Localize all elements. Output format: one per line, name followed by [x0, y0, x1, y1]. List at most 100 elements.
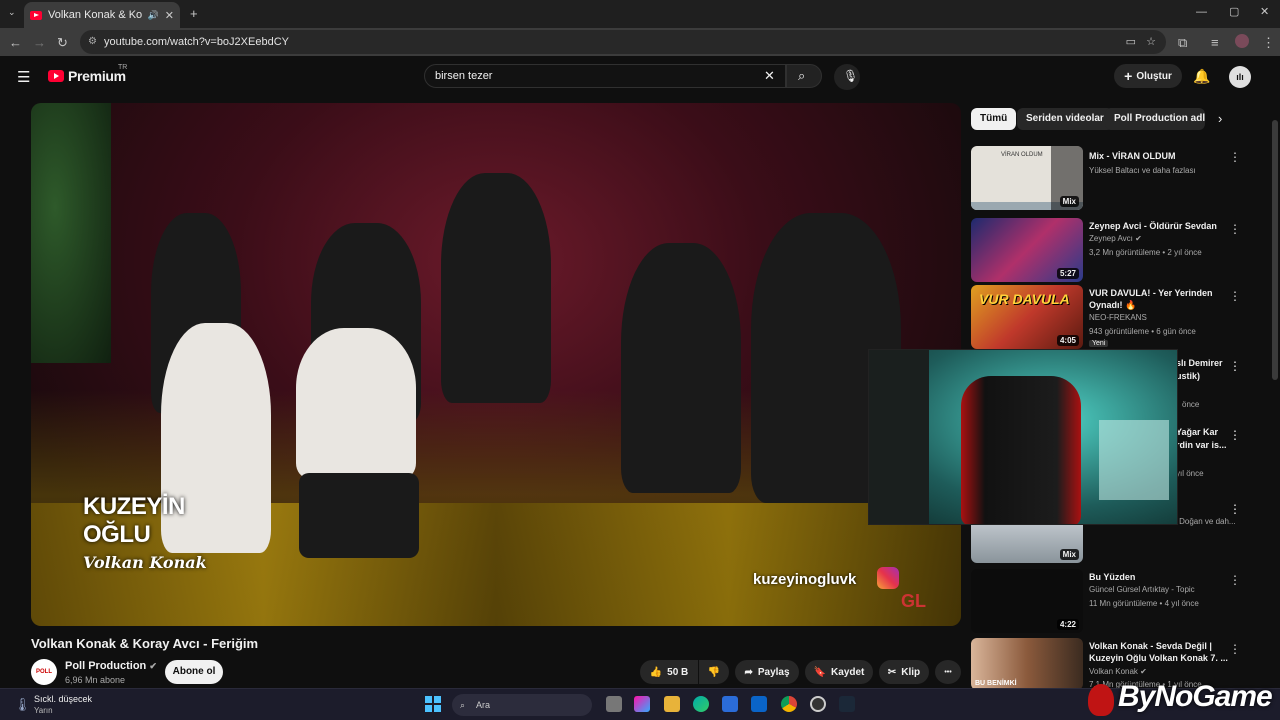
- rec-menu-icon[interactable]: ⋮: [1229, 502, 1241, 516]
- weather-icon[interactable]: 🌡: [14, 697, 31, 713]
- forward-icon[interactable]: →: [33, 36, 46, 49]
- hamburger-menu-icon[interactable]: ☰: [17, 68, 30, 86]
- browser-menu-icon[interactable]: ⋮: [1262, 36, 1275, 49]
- rec-title: Zeynep Avci - Öldürür Sevdan: [1089, 221, 1217, 231]
- search-icon: ⌕: [798, 68, 806, 83]
- rec-menu-icon[interactable]: ⋮: [1229, 289, 1241, 303]
- verified-icon: ✔: [1135, 234, 1142, 243]
- tab-title: Volkan Konak & Koray Avcı - Feri: [48, 9, 142, 21]
- chip-next-chevron-icon[interactable]: ›: [1218, 111, 1222, 126]
- recommendation-item[interactable]: 5:27 Zeynep Avci - Öldürür Sevdan Zeynep…: [971, 218, 1261, 282]
- chip-all[interactable]: Tümü: [971, 108, 1017, 130]
- rec-channel: Volkan Konak ✔: [1089, 667, 1239, 676]
- recommendation-item[interactable]: VİRAN OLDUM Mix Mix - VİRAN OLDUM Yüksel…: [971, 146, 1261, 210]
- channel-name[interactable]: Poll Production ✔: [65, 660, 157, 672]
- channel-avatar[interactable]: POLL: [31, 659, 57, 685]
- rec-thumbnail[interactable]: 4:22: [971, 569, 1083, 633]
- rec-menu-icon[interactable]: ⋮: [1229, 642, 1241, 656]
- clear-search-icon[interactable]: ✕: [764, 68, 775, 84]
- rec-channel: Yüksel Baltacı ve daha fazlası: [1089, 166, 1196, 175]
- user-avatar[interactable]: ılı: [1229, 66, 1251, 88]
- chip-series[interactable]: Seriden videolar: [1017, 108, 1113, 130]
- subscriber-count: 6,96 Mn abone: [65, 675, 126, 685]
- url-field[interactable]: ⚙ youtube.com/watch?v=boJ2XEebdCY ▭ ☆: [80, 30, 1166, 54]
- webcam-overlay: [868, 349, 1178, 525]
- search-icon: ⌕: [460, 700, 466, 710]
- more-actions-button[interactable]: •••: [935, 660, 961, 684]
- youtube-page: ☰ Premium TR birsen tezer ✕ ⌕ 🎙 + Oluştu…: [0, 56, 1280, 688]
- rec-channel-text: Volkan Konak: [1089, 667, 1138, 676]
- musician-figure: [441, 173, 551, 403]
- save-button[interactable]: 🔖 Kaydet: [805, 660, 873, 684]
- rec-menu-icon[interactable]: ⋮: [1229, 222, 1241, 236]
- taskbar-search[interactable]: ⌕ Ara: [452, 694, 592, 716]
- share-icon: ➦: [744, 666, 753, 678]
- watermark-line1: KUZEYİN: [83, 493, 185, 520]
- extensions-icon[interactable]: ⧉: [1178, 36, 1187, 49]
- page-scrollbar[interactable]: [1272, 120, 1278, 380]
- edge-icon[interactable]: [693, 696, 709, 712]
- windows-start-icon[interactable]: [425, 696, 441, 712]
- profile-avatar-icon[interactable]: [1235, 34, 1249, 48]
- file-explorer-icon[interactable]: [664, 696, 680, 712]
- reload-icon[interactable]: ↻: [57, 36, 68, 49]
- audio-icon[interactable]: 🔊: [148, 10, 159, 21]
- site-info-icon[interactable]: ⚙: [88, 30, 97, 54]
- search-input[interactable]: birsen tezer: [424, 64, 786, 88]
- create-button[interactable]: + Oluştur: [1114, 64, 1182, 88]
- mail-icon[interactable]: [751, 696, 767, 712]
- channel-name-text: Poll Production: [65, 660, 147, 672]
- store-icon[interactable]: [722, 696, 738, 712]
- clip-label: Klip: [901, 666, 921, 678]
- like-button[interactable]: 👍 50 B: [640, 660, 698, 684]
- maximize-icon[interactable]: ▢: [1229, 7, 1239, 18]
- save-label: Kaydet: [831, 666, 865, 678]
- tab-search-icon[interactable]: ⌄: [8, 8, 16, 17]
- weather-text[interactable]: Sıckl. düşecek: [34, 694, 92, 704]
- instagram-icon: [877, 567, 899, 589]
- subscribe-button[interactable]: Abone ol: [165, 660, 223, 684]
- rec-thumbnail[interactable]: VİRAN OLDUM Mix: [971, 146, 1083, 210]
- steam-icon[interactable]: [839, 696, 855, 712]
- window-close-icon[interactable]: ✕: [1260, 7, 1269, 18]
- rec-menu-icon[interactable]: ⋮: [1229, 150, 1241, 164]
- recommendation-item[interactable]: 4:22 Bu Yüzden Güncel Gürsel Artıktay - …: [971, 569, 1261, 633]
- thumb-text: VİRAN OLDUM: [1001, 152, 1043, 158]
- back-icon[interactable]: ←: [9, 36, 22, 49]
- new-tab-button[interactable]: +: [190, 7, 198, 20]
- rec-menu-icon[interactable]: ⋮: [1229, 359, 1241, 373]
- rec-title: Bu Yüzden: [1089, 572, 1136, 582]
- rec-thumbnail[interactable]: 5:27: [971, 218, 1083, 282]
- notifications-bell-icon[interactable]: 🔔: [1193, 68, 1210, 85]
- browser-tab[interactable]: Volkan Konak & Koray Avcı - Feri 🔊 ✕: [24, 2, 180, 28]
- clip-button[interactable]: ✂ Klip: [879, 660, 929, 684]
- bynogame-logo-icon: [1088, 684, 1114, 716]
- chip-channel[interactable]: Poll Production adlı y: [1105, 108, 1205, 130]
- rec-thumbnail[interactable]: VUR DAVULA 4:05: [971, 285, 1083, 349]
- recommendation-item[interactable]: VUR DAVULA 4:05 VUR DAVULA! - Yer Yerind…: [971, 285, 1261, 349]
- cast-icon[interactable]: ▭: [1126, 30, 1136, 54]
- search-button[interactable]: ⌕: [786, 64, 822, 88]
- rec-menu-icon[interactable]: ⋮: [1229, 573, 1241, 587]
- task-view-icon[interactable]: [606, 696, 622, 712]
- copilot-icon[interactable]: [634, 696, 650, 712]
- share-button[interactable]: ➦ Paylaş: [735, 660, 799, 684]
- rec-menu-icon[interactable]: ⋮: [1229, 428, 1241, 442]
- bookmark-star-icon[interactable]: ☆: [1146, 30, 1156, 54]
- video-player[interactable]: KUZEYİN OĞLU Volkan Konak kuzeyinogluvk …: [31, 103, 961, 626]
- scissors-icon: ✂: [887, 666, 897, 678]
- partial-rec-subtitle: ustik): [1176, 371, 1201, 381]
- obs-icon[interactable]: [810, 696, 826, 712]
- reading-list-icon[interactable]: ≡: [1211, 36, 1219, 49]
- rec-thumbnail[interactable]: BU BENİMKİ: [971, 638, 1083, 688]
- rec-thumbnail[interactable]: Mix: [971, 523, 1083, 563]
- minimize-icon[interactable]: —: [1196, 7, 1207, 18]
- close-tab-icon[interactable]: ✕: [165, 9, 174, 22]
- dislike-button[interactable]: 👎: [699, 660, 729, 684]
- voice-search-button[interactable]: 🎙: [834, 64, 860, 90]
- partial-rec-title: slı Demirer: [1176, 358, 1223, 368]
- watermark-line2: OĞLU: [83, 521, 151, 548]
- chrome-icon[interactable]: [781, 696, 797, 712]
- channel-corner-logo: GL: [901, 591, 926, 611]
- youtube-logo[interactable]: Premium TR: [48, 64, 127, 84]
